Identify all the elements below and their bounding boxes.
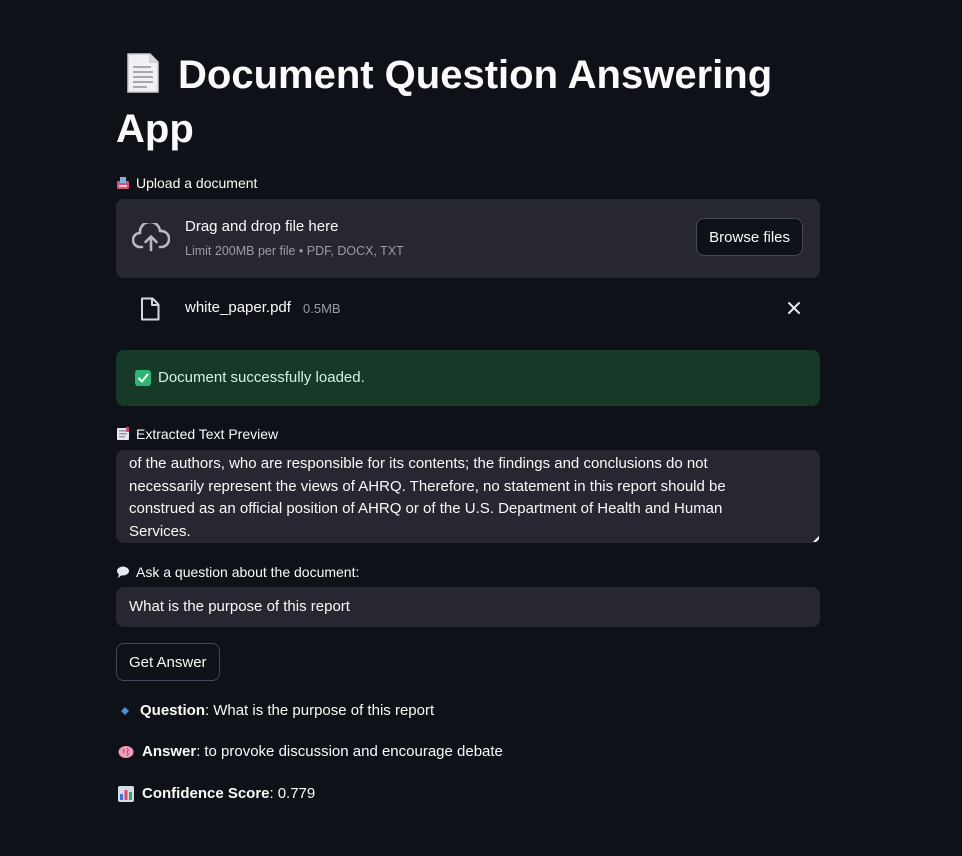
result-answer-value: to provoke discussion and encourage deba… xyxy=(204,743,503,760)
result-answer-label: Answer xyxy=(142,743,197,760)
browse-files-button[interactable]: Browse files xyxy=(696,218,803,256)
success-message: Document successfully loaded. xyxy=(158,369,365,386)
inbox-tray-icon xyxy=(117,177,129,189)
question-label: Ask a question about the document: xyxy=(116,563,359,581)
page-title-text: Document Question Answering App xyxy=(116,53,773,151)
result-answer: Answer: to provoke discussion and encour… xyxy=(118,743,503,760)
preview-label: Extracted Text Preview xyxy=(116,425,278,443)
blue-diamond-icon xyxy=(121,706,129,715)
dropzone-hint: Limit 200MB per file • PDF, DOCX, TXT xyxy=(185,244,404,258)
uploaded-file-row: white_paper.pdf 0.5MB xyxy=(116,290,820,328)
brain-icon xyxy=(118,745,134,758)
file-name: white_paper.pdf xyxy=(185,299,291,316)
file-dropzone[interactable]: Drag and drop file here Limit 200MB per … xyxy=(116,199,820,278)
result-answer-colon: : xyxy=(196,743,201,760)
page-title: Document Question Answering App xyxy=(116,48,820,156)
question-label-text: Ask a question about the document: xyxy=(136,564,360,580)
get-answer-button[interactable]: Get Answer xyxy=(116,643,220,681)
check-mark-icon xyxy=(135,370,151,386)
resize-handle-icon[interactable] xyxy=(813,536,819,542)
preview-text: of the authors, who are responsible for … xyxy=(129,455,726,540)
result-question-colon: : xyxy=(205,702,210,719)
question-input[interactable]: What is the purpose of this report xyxy=(116,587,820,627)
upload-label: Upload a document xyxy=(116,174,257,192)
result-confidence-label: Confidence Score xyxy=(142,785,270,802)
speech-bubble-icon xyxy=(117,566,129,578)
bookmark-tabs-icon xyxy=(117,427,129,440)
file-size: 0.5MB xyxy=(303,301,341,316)
preview-label-text: Extracted Text Preview xyxy=(136,426,279,442)
upload-label-text: Upload a document xyxy=(136,175,258,191)
result-question: Question: What is the purpose of this re… xyxy=(118,702,434,719)
remove-file-close-icon[interactable] xyxy=(786,300,802,316)
cloud-upload-icon xyxy=(132,223,170,252)
result-confidence: Confidence Score: 0.779 xyxy=(118,785,315,802)
result-confidence-colon: : xyxy=(269,785,274,802)
dropzone-title: Drag and drop file here xyxy=(185,218,339,235)
page-facing-up-icon xyxy=(127,53,159,93)
extracted-text-preview[interactable]: of the authors, who are responsible for … xyxy=(116,450,820,543)
result-question-label: Question xyxy=(140,702,206,719)
result-question-value: What is the purpose of this report xyxy=(213,702,435,719)
file-icon xyxy=(141,297,160,321)
bar-chart-icon xyxy=(118,785,134,802)
success-alert: Document successfully loaded. xyxy=(116,350,820,406)
result-confidence-value: 0.779 xyxy=(277,785,316,802)
question-input-value: What is the purpose of this report xyxy=(129,598,350,615)
